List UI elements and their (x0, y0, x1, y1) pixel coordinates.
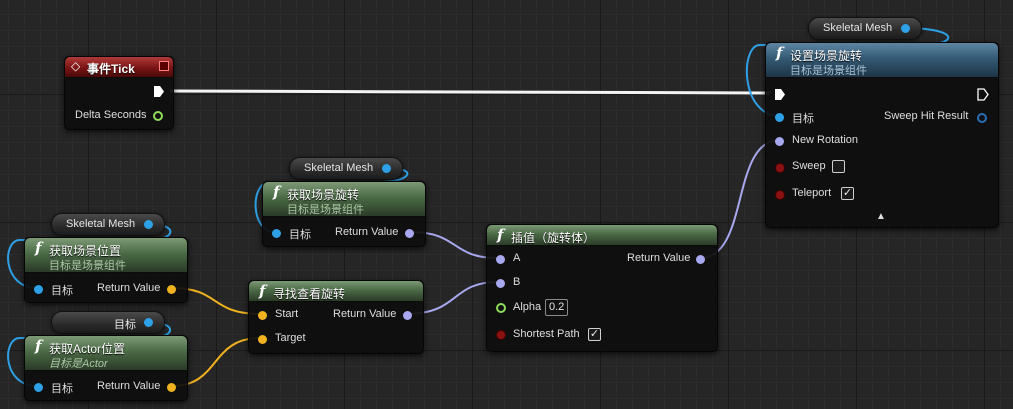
target-in-pin[interactable] (34, 285, 43, 294)
function-icon: f (776, 44, 783, 62)
skeletal-mesh-label: Skeletal Mesh (304, 162, 374, 174)
exec-out-pin-icon[interactable] (977, 88, 989, 101)
start-label: Start (275, 308, 299, 320)
get-world-rotation-header: f 获取场景旋转 目标是场景组件 (263, 182, 425, 217)
sweep-checkbox[interactable] (832, 160, 845, 173)
delta-seconds-pin[interactable] (153, 111, 163, 121)
return-value-pin[interactable] (405, 229, 414, 238)
delegate-square-icon[interactable] (159, 61, 169, 71)
rinterp-node[interactable]: f 插值（旋转体） A Return Value B Alpha 0.2 Sho… (486, 224, 718, 352)
sweep-pin[interactable] (775, 163, 785, 173)
teleport-pin[interactable] (775, 190, 785, 200)
delta-seconds-label: Delta Seconds (75, 109, 147, 121)
shortest-path-checkbox[interactable]: ✓ (588, 328, 601, 341)
skeletal-mesh-label: Skeletal Mesh (66, 218, 136, 230)
skeletal-mesh-variable[interactable]: Skeletal Mesh (808, 17, 922, 40)
set-world-rotation-header: f 设置场景旋转 目标是场景组件 (766, 43, 998, 78)
find-look-at-rotation-title: 寻找查看旋转 (273, 287, 346, 301)
target-in-pin[interactable] (775, 113, 784, 122)
target-in-pin[interactable] (272, 229, 281, 238)
function-icon: f (259, 282, 266, 300)
find-look-at-rotation-header: f 寻找查看旋转 (249, 281, 423, 302)
target-in-pin[interactable] (34, 383, 43, 392)
teleport-checkbox[interactable]: ✓ (841, 187, 854, 200)
target-label: 目标 (792, 113, 814, 125)
alpha-label: Alpha (513, 301, 542, 313)
target-label: 目标 (51, 285, 73, 297)
return-value-label: Return Value (627, 252, 691, 264)
function-icon: f (35, 337, 42, 355)
b-label: B (513, 276, 521, 288)
exec-wire (169, 89, 771, 95)
new-rotation-label: New Rotation (792, 134, 859, 146)
shortest-path-label: Shortest Path (513, 328, 580, 340)
function-icon: f (273, 183, 280, 201)
skeletal-mesh-label: Skeletal Mesh (823, 22, 893, 34)
set-world-rotation-subtitle: 目标是场景组件 (790, 65, 867, 77)
start-pin[interactable] (258, 311, 267, 320)
function-icon: f (35, 239, 42, 257)
skeletal-mesh-variable[interactable]: Skeletal Mesh (289, 157, 403, 180)
get-world-rotation-subtitle: 目标是场景组件 (287, 204, 364, 216)
a-label: A (513, 252, 521, 264)
return-value-pin[interactable] (696, 255, 705, 264)
target-pin[interactable] (258, 335, 267, 344)
shortest-path-pin[interactable] (496, 330, 506, 340)
get-world-location-subtitle: 目标是场景组件 (49, 260, 126, 272)
event-tick-node[interactable]: ◇ 事件Tick Delta Seconds (64, 56, 174, 130)
target-variable-out-pin[interactable] (144, 318, 153, 327)
target-label: 目标 (51, 383, 73, 395)
skeletal-mesh-variable[interactable]: Skeletal Mesh (51, 213, 165, 236)
skeletal-mesh-out-pin[interactable] (901, 24, 910, 33)
event-tick-header: ◇ 事件Tick (65, 57, 173, 78)
sweep-hit-result-pin[interactable] (977, 113, 987, 123)
return-value-pin[interactable] (167, 285, 176, 294)
skeletal-mesh-out-pin[interactable] (144, 220, 153, 229)
alpha-input[interactable]: 0.2 (545, 299, 569, 316)
get-world-location-node[interactable]: f 获取场景位置 目标是场景组件 目标 Return Value (24, 237, 188, 303)
target-variable-label: 目标 (114, 319, 136, 331)
exec-in-pin-icon[interactable] (774, 88, 786, 101)
rinterp-title: 插值（旋转体） (511, 231, 596, 245)
sweep-label: Sweep (792, 160, 826, 172)
expand-arrow-icon[interactable]: ▲ (876, 211, 886, 222)
event-diamond-icon: ◇ (71, 59, 81, 73)
return-value-label: Return Value (97, 282, 161, 294)
return-value-pin[interactable] (167, 383, 176, 392)
skeletal-mesh-out-pin[interactable] (382, 164, 391, 173)
target-label: 目标 (289, 229, 311, 241)
function-icon: f (497, 226, 504, 244)
get-world-rotation-node[interactable]: f 获取场景旋转 目标是场景组件 目标 Return Value (262, 181, 426, 247)
get-actor-location-header: f 获取Actor位置 目标是Actor (25, 336, 187, 371)
a-pin[interactable] (496, 255, 505, 264)
get-actor-location-node[interactable]: f 获取Actor位置 目标是Actor 目标 Return Value (24, 335, 188, 401)
find-look-at-rotation-node[interactable]: f 寻找查看旋转 Start Return Value Target (248, 280, 424, 354)
target-variable[interactable]: 目标 (51, 311, 165, 334)
target-label: Target (275, 332, 306, 344)
get-actor-location-subtitle: 目标是Actor (49, 358, 108, 370)
teleport-label: Teleport (792, 187, 832, 199)
exec-out-pin-icon[interactable] (153, 85, 165, 98)
alpha-pin[interactable] (496, 303, 506, 313)
return-value-label: Return Value (97, 380, 161, 392)
get-world-location-header: f 获取场景位置 目标是场景组件 (25, 238, 187, 273)
return-value-label: Return Value (335, 226, 399, 238)
sweep-hit-result-label: Sweep Hit Result (884, 110, 969, 122)
new-rotation-pin[interactable] (775, 137, 784, 146)
set-world-rotation-node[interactable]: f 设置场景旋转 目标是场景组件 目标 Sweep Hit Result New… (765, 42, 999, 228)
b-pin[interactable] (496, 279, 505, 288)
return-value-pin[interactable] (403, 311, 412, 320)
return-value-label: Return Value (333, 308, 397, 320)
rinterp-header: f 插值（旋转体） (487, 225, 717, 246)
event-tick-title: 事件Tick (87, 62, 135, 76)
